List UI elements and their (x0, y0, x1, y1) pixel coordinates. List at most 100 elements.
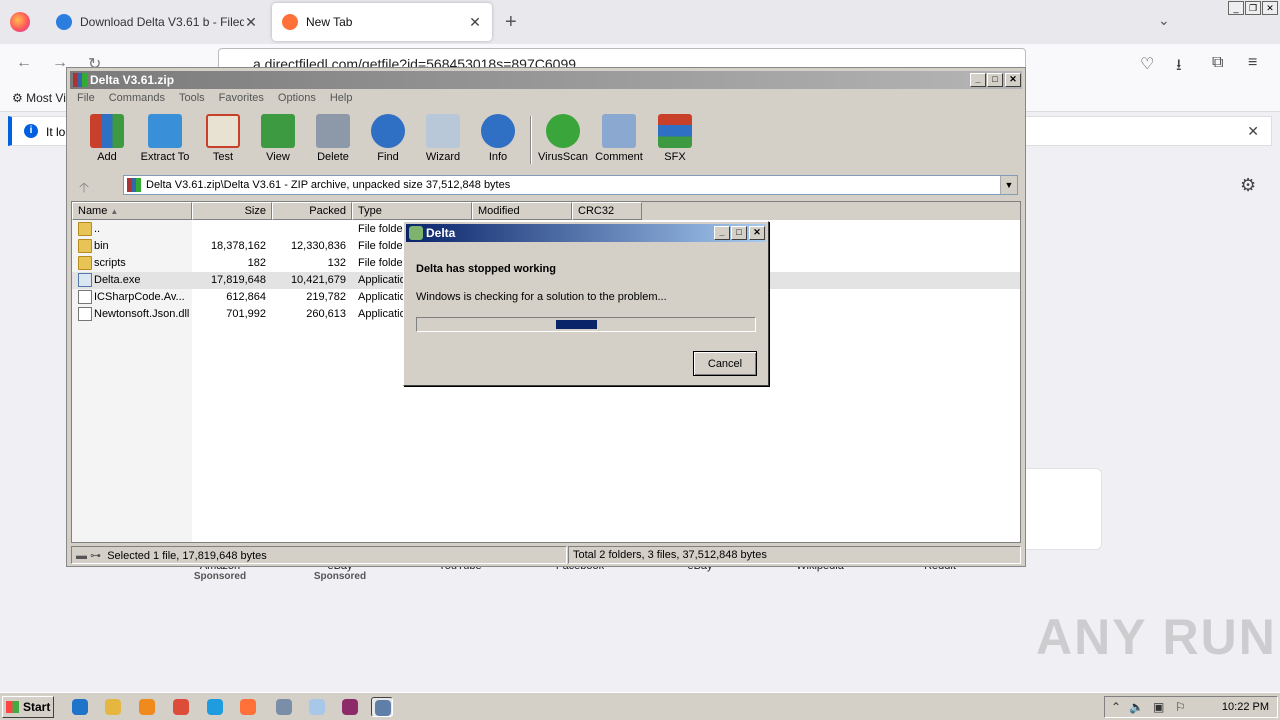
firefox-icon[interactable] (237, 697, 259, 717)
chrome-icon-glyph (173, 699, 189, 715)
extensions-icon[interactable]: ⧉ (1212, 54, 1223, 72)
new-tab-plus-icon[interactable]: + (505, 11, 517, 34)
list-header: Name ▲ Size Packed Type Modified CRC32 (72, 202, 1020, 220)
winrar-icon[interactable] (339, 697, 361, 717)
add-button[interactable]: Add (77, 112, 137, 163)
restore-button[interactable]: ❐ (1245, 1, 1261, 15)
column-packed[interactable]: Packed (272, 202, 352, 220)
status-left-text: Selected 1 file, 17,819,648 bytes (107, 550, 267, 562)
extract-to-button[interactable]: Extract To (135, 112, 195, 163)
test-button[interactable]: Test (193, 112, 253, 163)
download-icon[interactable]: ⭳ (1176, 54, 1182, 81)
comment-icon (602, 114, 636, 148)
notepad-icon[interactable] (306, 697, 328, 717)
find-button[interactable]: Find (358, 112, 418, 163)
drive-icon: ▬ ⊶ (76, 550, 102, 562)
delta-icon[interactable] (371, 697, 393, 717)
dialog-title: Delta (426, 226, 456, 240)
browser-tab-bar: Download Delta V3.61 b - Filedm.c ✕ New … (0, 0, 1280, 44)
chevron-up-icon[interactable]: ⌃ (1111, 700, 1121, 714)
volume-icon[interactable]: 🔈 (1129, 700, 1144, 714)
sfx-books-icon (658, 114, 692, 148)
network-icon[interactable]: ▣ (1153, 700, 1164, 714)
edge-icon[interactable] (204, 697, 226, 717)
close-button[interactable]: ✕ (1005, 73, 1021, 87)
back-arrow-icon[interactable]: ← (16, 54, 32, 72)
sfx-button[interactable]: SFX (645, 112, 705, 163)
path-bar: 🡡 Delta V3.61.zip\Delta V3.61 - ZIP arch… (75, 174, 1019, 196)
minimize-button[interactable]: _ (1228, 1, 1244, 15)
dialog-title-bar: Delta _ □ ✕ (406, 224, 766, 242)
menu-favorites[interactable]: Favorites (212, 90, 271, 108)
flag-icon[interactable]: ⚐ (1175, 700, 1186, 714)
pocket-icon[interactable]: ♡ (1140, 54, 1154, 74)
explorer-icon[interactable] (102, 697, 124, 717)
close-button[interactable]: ✕ (749, 226, 765, 240)
media-player-icon[interactable] (136, 697, 158, 717)
minimize-button[interactable]: _ (714, 226, 730, 240)
menu-file[interactable]: File (70, 90, 102, 108)
chrome-icon[interactable] (170, 697, 192, 717)
menu-help[interactable]: Help (323, 90, 360, 108)
clock[interactable]: 10:22 PM (1222, 701, 1269, 713)
close-window-button[interactable]: ✕ (1262, 1, 1278, 15)
path-text: Delta V3.61.zip\Delta V3.61 - ZIP archiv… (146, 179, 511, 191)
test-clipboard-icon (206, 114, 240, 148)
most-visited-bookmark[interactable]: ⚙ Most Vi (12, 91, 66, 105)
folder-icon (78, 256, 92, 270)
cancel-button[interactable]: Cancel (693, 351, 757, 376)
exe-file-icon (78, 273, 92, 287)
info-button[interactable]: Info (468, 112, 528, 163)
bug-icon (546, 114, 580, 148)
toolbar-separator (530, 116, 532, 164)
dialog-message: Windows is checking for a solution to th… (416, 291, 667, 303)
hamburger-menu-icon[interactable]: ≡ (1248, 54, 1257, 72)
installer-icon[interactable] (273, 697, 295, 717)
path-combobox[interactable]: Delta V3.61.zip\Delta V3.61 - ZIP archiv… (123, 175, 1018, 195)
status-selected: ▬ ⊶ Selected 1 file, 17,819,648 bytes (71, 546, 567, 564)
firefox-menu-icon[interactable] (10, 12, 30, 32)
winrar-toolbar: Add Extract To Test View Delete Find Wiz… (75, 112, 1019, 170)
column-crc32[interactable]: CRC32 (572, 202, 642, 220)
folder-icon (78, 222, 92, 236)
dropdown-arrow-icon[interactable]: ▼ (1000, 176, 1017, 194)
delete-button[interactable]: Delete (303, 112, 363, 163)
notepad-icon-glyph (309, 699, 325, 715)
media-player-icon-glyph (139, 699, 155, 715)
ie-icon-glyph (72, 699, 88, 715)
gear-icon[interactable]: ⚙ (1240, 175, 1256, 196)
virusscan-button[interactable]: VirusScan (533, 112, 593, 163)
column-type[interactable]: Type (352, 202, 472, 220)
winrar-title-bar: Delta V3.61.zip _ □ ✕ (70, 71, 1022, 89)
maximize-button[interactable]: □ (731, 226, 747, 240)
column-size[interactable]: Size (192, 202, 272, 220)
comment-button[interactable]: Comment (589, 112, 649, 163)
dll-file-icon (78, 307, 92, 321)
winrar-icon-glyph (342, 699, 358, 715)
up-arrow-icon[interactable]: 🡡 (79, 177, 89, 201)
close-icon[interactable]: ✕ (1247, 123, 1259, 140)
delta-app-icon (409, 226, 423, 240)
minimize-button[interactable]: _ (970, 73, 986, 87)
status-total: Total 2 folders, 3 files, 37,512,848 byt… (568, 546, 1021, 564)
start-button[interactable]: Start (2, 696, 54, 718)
sponsored-label: Sponsored (193, 571, 247, 582)
tab-download-delta[interactable]: Download Delta V3.61 b - Filedm.c ✕ (46, 3, 268, 41)
ie-icon[interactable] (69, 697, 91, 717)
sponsored-label: Sponsored (313, 571, 367, 582)
tab-title: New Tab (306, 15, 353, 29)
close-tab-icon[interactable]: ✕ (468, 14, 482, 31)
chevron-down-icon[interactable]: ⌄ (1158, 12, 1170, 29)
status-bar: ▬ ⊶ Selected 1 file, 17,819,648 bytes To… (71, 546, 1021, 564)
view-button[interactable]: View (248, 112, 308, 163)
column-modified[interactable]: Modified (472, 202, 572, 220)
tab-new-tab[interactable]: New Tab ✕ (272, 3, 492, 41)
menu-options[interactable]: Options (271, 90, 323, 108)
winrar-menu-bar: File Commands Tools Favorites Options He… (70, 90, 359, 108)
maximize-button[interactable]: □ (987, 73, 1003, 87)
wizard-button[interactable]: Wizard (413, 112, 473, 163)
menu-commands[interactable]: Commands (102, 90, 172, 108)
menu-tools[interactable]: Tools (172, 90, 212, 108)
close-tab-icon[interactable]: ✕ (244, 14, 258, 31)
column-name[interactable]: Name ▲ (72, 202, 192, 220)
